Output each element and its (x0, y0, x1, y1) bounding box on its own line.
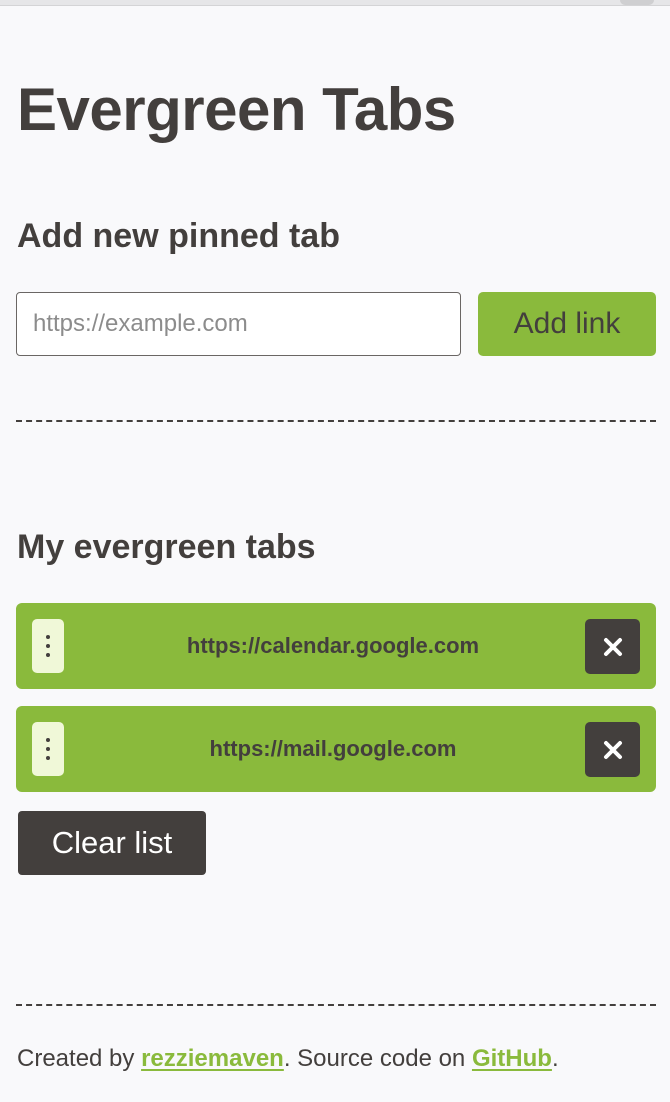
footer-suffix: . (551, 1045, 559, 1072)
footer-divider (16, 1004, 656, 1006)
tabs-section-heading: My evergreen tabs (17, 528, 316, 566)
footer-credits: Created by rezziemaven. Source code on G… (17, 1041, 559, 1077)
tab-url: https://calendar.google.com (186, 633, 480, 658)
footer-middle: . Source code on (283, 1045, 472, 1072)
window-top-nub (620, 0, 654, 5)
drag-handle-icon[interactable] (32, 722, 64, 776)
add-link-button[interactable]: Add link (478, 292, 656, 356)
remove-tab-button[interactable] (585, 722, 640, 777)
author-link[interactable]: rezziemaven (141, 1045, 284, 1072)
section-divider (16, 420, 656, 422)
remove-tab-button[interactable] (585, 619, 640, 674)
add-section-heading: Add new pinned tab (17, 217, 340, 255)
tab-url: https://mail.google.com (209, 736, 457, 761)
close-icon (603, 637, 622, 656)
page-title: Evergreen Tabs (17, 76, 456, 143)
tab-list-item: https://mail.google.com (16, 706, 656, 792)
url-input[interactable] (16, 292, 461, 356)
close-icon (603, 740, 622, 759)
github-link[interactable]: GitHub (472, 1045, 552, 1072)
tab-list-item: https://calendar.google.com (16, 603, 656, 689)
window-top-border (0, 0, 670, 6)
clear-list-button[interactable]: Clear list (18, 811, 206, 875)
footer-prefix: Created by (17, 1045, 142, 1072)
drag-handle-icon[interactable] (32, 619, 64, 673)
